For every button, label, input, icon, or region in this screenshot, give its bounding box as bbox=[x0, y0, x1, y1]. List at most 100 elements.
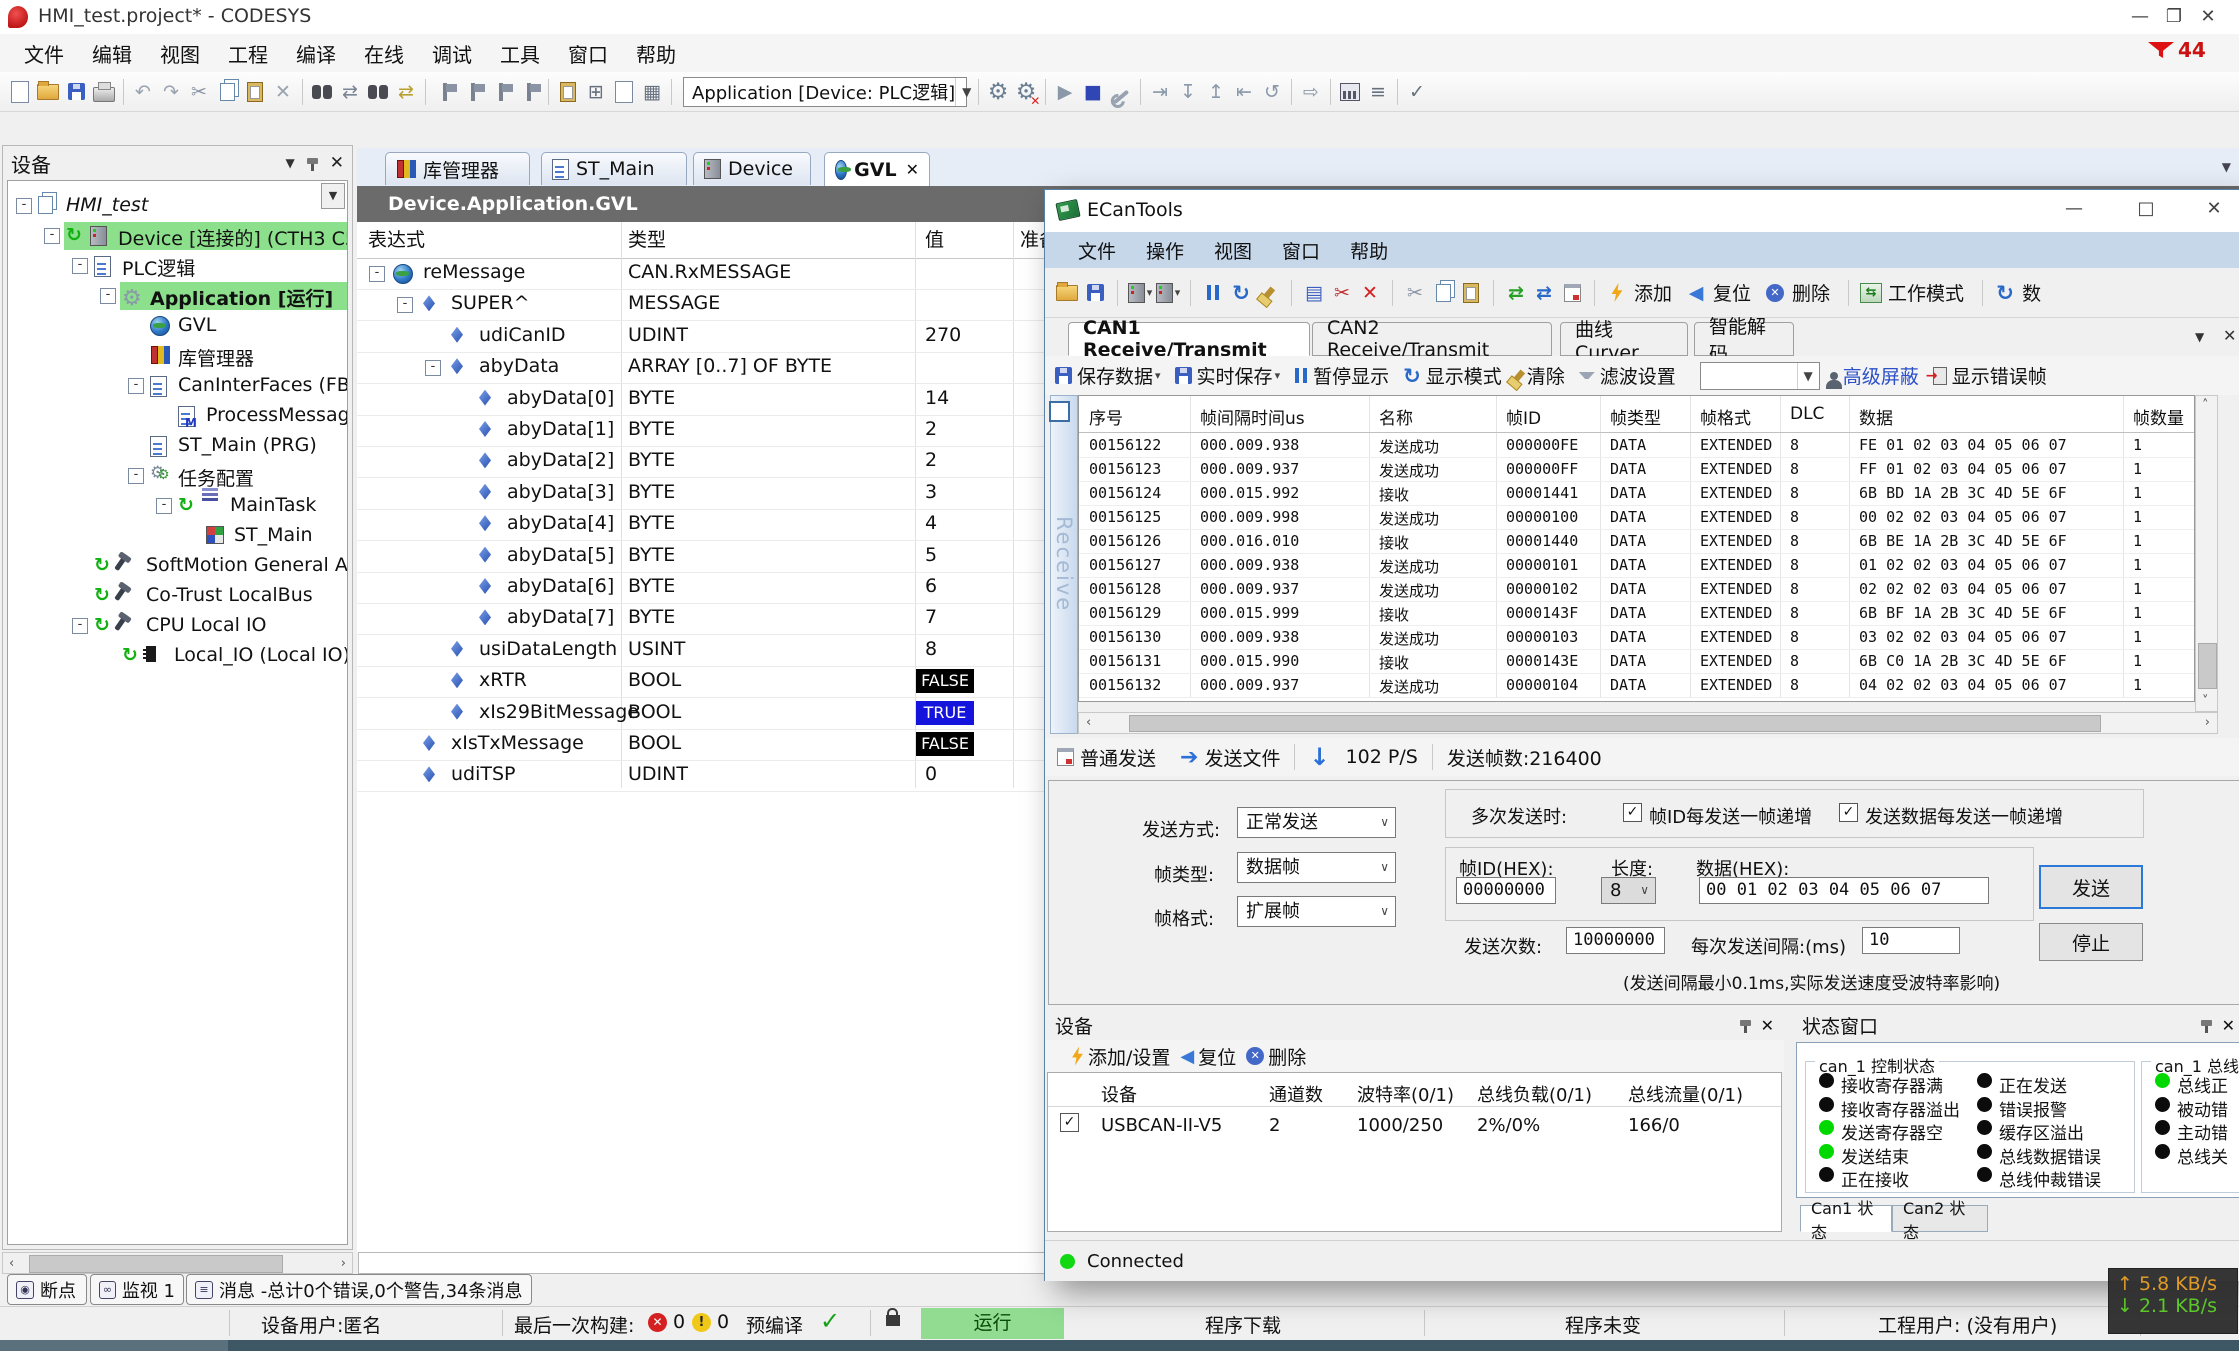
build-list-icon[interactable]: ≡ bbox=[1370, 81, 1386, 103]
can-frame-row[interactable]: 00156130000.009.938发送成功00000103DATAEXTEN… bbox=[1079, 625, 2194, 650]
step-into-icon[interactable]: ↧ bbox=[1180, 81, 1196, 103]
normal-send-button[interactable]: 普通发送 bbox=[1080, 744, 1156, 771]
menu-item-文件[interactable]: 文件 bbox=[24, 39, 64, 68]
os-taskbar[interactable] bbox=[0, 1340, 2239, 1351]
can-frame-row[interactable]: 00156125000.009.998发送成功00000100DATAEXTEN… bbox=[1079, 505, 2194, 530]
ecan-toolbar-new-doc[interactable]: ▤ bbox=[1300, 279, 1328, 307]
close-icon[interactable]: ✕ bbox=[2197, 196, 2231, 222]
error-frame-icon[interactable] bbox=[1933, 367, 1947, 385]
panel-close-icon[interactable]: ✕ bbox=[330, 153, 344, 173]
tree-item-Device-[连接的]-(CTH3-C57-1[interactable]: -↻Device [连接的] (CTH3 C57-103 bbox=[8, 221, 347, 251]
watch-row-abyData[2][interactable]: abyData[2]BYTE2 bbox=[357, 446, 1045, 478]
tab-close-icon[interactable]: ✕ bbox=[906, 160, 919, 179]
stop-icon[interactable]: ■ bbox=[1084, 81, 1102, 103]
tree-item-Application-[运行][interactable]: -⚙Application [运行] bbox=[8, 281, 347, 311]
can-tab-3[interactable]: 曲线Curver bbox=[1560, 322, 1688, 356]
ecan-toolbar-clear-broom[interactable] bbox=[1255, 279, 1283, 307]
can-tab-1[interactable]: CAN1 Receive/Transmit bbox=[1068, 322, 1310, 356]
send-mode-select[interactable]: 正常发送∨ bbox=[1237, 807, 1396, 838]
message-flag[interactable]: 44 bbox=[2148, 38, 2206, 62]
ecan-toolbar-label[interactable]: 添加 bbox=[1634, 279, 1672, 306]
new-file-icon[interactable] bbox=[11, 81, 29, 103]
menu-item-窗口[interactable]: 窗口 bbox=[1282, 237, 1320, 264]
toolbar-button-login-gear[interactable]: ⚙ bbox=[984, 78, 1012, 106]
tree-expand-icon[interactable]: - bbox=[44, 228, 60, 244]
toolbar-button-bookmark-next[interactable] bbox=[487, 78, 515, 106]
ecan-toolbar-window-red[interactable] bbox=[1558, 279, 1586, 307]
watch-row-abyData[0][interactable]: abyData[0]BYTE14 bbox=[357, 384, 1045, 416]
tab-scroll-icon[interactable]: ▼ bbox=[2222, 160, 2231, 174]
print-icon[interactable] bbox=[93, 87, 115, 102]
watch-row-abyData[interactable]: -abyDataARRAY [0..7] OF BYTE bbox=[357, 352, 1045, 384]
ecan-toolbar-pause[interactable] bbox=[1199, 279, 1227, 307]
maximize-icon[interactable]: □ bbox=[2129, 196, 2163, 222]
active-application-combo[interactable]: Application [Device: PLC逻辑]▼ bbox=[683, 77, 967, 107]
menu-item-窗口[interactable]: 窗口 bbox=[568, 39, 608, 68]
watch-expand-icon[interactable]: - bbox=[425, 360, 441, 376]
tab-GVL[interactable]: GVL✕ bbox=[824, 152, 930, 186]
bookmark-icon[interactable] bbox=[443, 83, 447, 101]
toolbar-button-bookmark-prev[interactable] bbox=[459, 78, 487, 106]
tree-item-PLC逻辑[interactable]: -PLC逻辑 bbox=[8, 251, 347, 281]
start-icon[interactable]: ▶ bbox=[1058, 81, 1073, 103]
ecan-toolbar-close-red[interactable]: ✕ bbox=[1356, 279, 1384, 307]
device-start-icon[interactable] bbox=[1128, 283, 1145, 303]
toolbar-button-bookmark-last[interactable] bbox=[515, 78, 543, 106]
subbar-保存数据[interactable]: 保存数据▾ bbox=[1055, 362, 1161, 389]
clear-broom[interactable] bbox=[1513, 369, 1525, 382]
subbar-滤波设置[interactable]: 滤波设置 bbox=[1579, 362, 1676, 389]
delete-gear-icon[interactable]: ✕ bbox=[1766, 284, 1784, 302]
build-chart-icon[interactable] bbox=[1340, 83, 1360, 101]
open-folder-icon[interactable] bbox=[37, 84, 59, 100]
step-to-cursor-icon[interactable]: ⇤ bbox=[1236, 81, 1252, 103]
ecan-toolbar-channel-arrow[interactable]: ⇄ bbox=[1530, 279, 1558, 307]
ecan-toolbar-data-mode[interactable]: ↻ bbox=[1991, 279, 2019, 307]
ecan-toolbar-label[interactable]: 工作模式 bbox=[1888, 279, 1964, 306]
toolbar-button-build-chart[interactable] bbox=[1336, 78, 1364, 106]
data-mode-icon[interactable]: ↻ bbox=[1996, 281, 2014, 305]
bookmark-last-icon[interactable] bbox=[527, 83, 531, 101]
watch-row-SUPER^[interactable]: -SUPER^MESSAGE bbox=[357, 289, 1045, 321]
toolbar-button-cut[interactable]: ✂ bbox=[185, 78, 213, 106]
paste-icon[interactable] bbox=[247, 82, 263, 102]
find-icon[interactable] bbox=[312, 85, 332, 99]
tree-item-GVL[interactable]: GVL bbox=[8, 311, 347, 341]
cut-icon[interactable]: ✂ bbox=[191, 81, 207, 103]
tree-item-Local_IO-(Local-IO)[interactable]: ↻Local_IO (Local IO) bbox=[8, 641, 347, 671]
copy-frames-icon[interactable] bbox=[1436, 284, 1451, 302]
ecan-toolbar-lightning[interactable] bbox=[1603, 279, 1631, 307]
tree-expand-icon[interactable]: - bbox=[16, 198, 32, 214]
watch-row-abyData[7][interactable]: abyData[7]BYTE7 bbox=[357, 603, 1045, 635]
can-frame-row[interactable]: 00156122000.009.938发送成功000000FEDATAEXTEN… bbox=[1079, 433, 2194, 458]
reset-icon[interactable]: ↺ bbox=[1264, 81, 1280, 103]
lightning-icon[interactable] bbox=[1611, 283, 1624, 302]
subbar-清除[interactable]: 清除 bbox=[1516, 362, 1565, 389]
work-mode-icon[interactable]: ⇆ bbox=[1860, 283, 1882, 303]
ecan-toolbar-device-start[interactable]: ▾ bbox=[1126, 279, 1154, 307]
toolbar-button-bookmark[interactable] bbox=[431, 78, 459, 106]
watch-row-xIsTxMessage[interactable]: xIsTxMessageBOOLFALSE bbox=[357, 729, 1045, 761]
ecan-toolbar-label[interactable]: 复位 bbox=[1713, 279, 1751, 306]
send-count-input[interactable]: 10000000 bbox=[1566, 927, 1665, 954]
toolbar-button-copy[interactable] bbox=[213, 78, 241, 106]
menu-item-视图[interactable]: 视图 bbox=[1214, 237, 1252, 264]
check-icon[interactable]: ✓ bbox=[1409, 81, 1425, 103]
ecan-toolbar-delete-gear[interactable]: ✕ bbox=[1761, 279, 1789, 307]
bookmark-next-icon[interactable] bbox=[499, 83, 503, 101]
bottom-tab-监视 1[interactable]: ∞监视 1 bbox=[90, 1274, 184, 1305]
grid-view-icon[interactable]: ⊞ bbox=[588, 81, 604, 103]
tree-expand-icon[interactable]: - bbox=[72, 618, 88, 634]
save-icon[interactable] bbox=[68, 83, 85, 100]
watch-row-abyData[1][interactable]: abyData[1]BYTE2 bbox=[357, 415, 1045, 447]
send-button[interactable]: 发送 bbox=[2039, 865, 2143, 909]
toolbar-button-logout-gear[interactable]: ⚙ bbox=[1012, 78, 1040, 106]
toolbar-button-build-list[interactable]: ≡ bbox=[1364, 78, 1392, 106]
tab-Device[interactable]: Device bbox=[693, 152, 811, 185]
redo-icon[interactable]: ↷ bbox=[163, 81, 179, 103]
stop-button[interactable]: 停止 bbox=[2039, 923, 2143, 961]
watch-row-abyData[3][interactable]: abyData[3]BYTE3 bbox=[357, 478, 1045, 510]
toolbar-button-check[interactable]: ✓ bbox=[1403, 78, 1431, 106]
watch-row-udiTSP[interactable]: udiTSPUDINT0 bbox=[357, 760, 1045, 792]
toolbar-button-print[interactable] bbox=[90, 78, 118, 106]
watch-row-usiDataLength[interactable]: usiDataLengthUSINT8 bbox=[357, 635, 1045, 667]
